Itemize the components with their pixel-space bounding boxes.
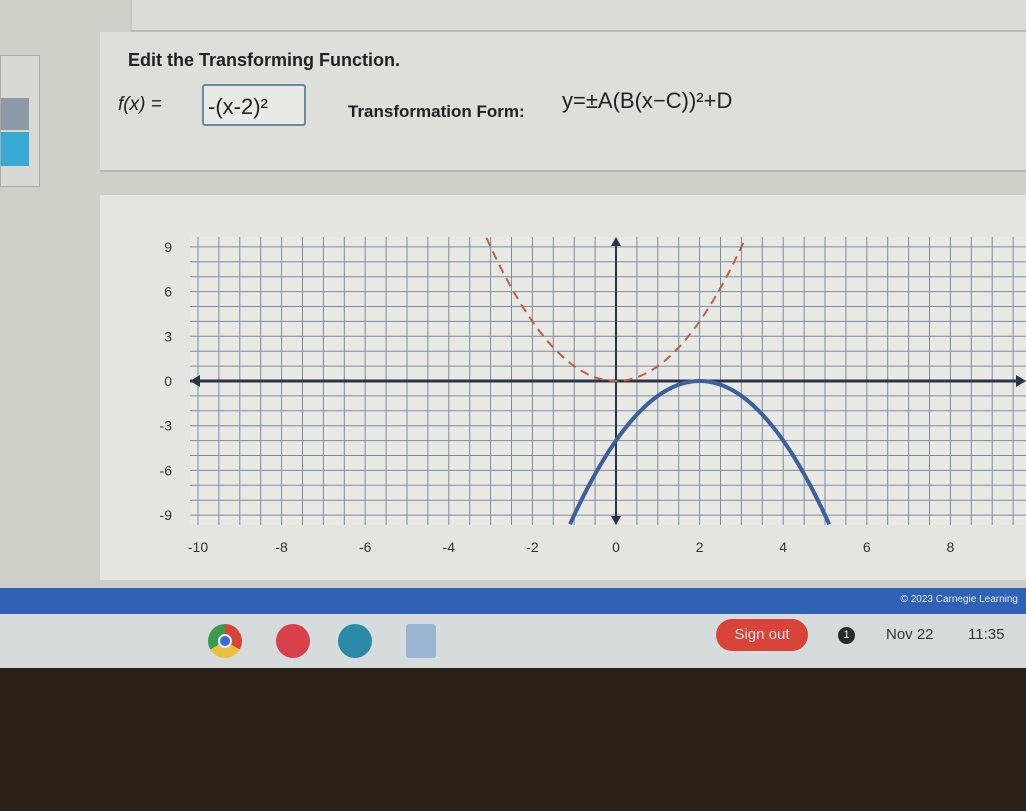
taskbar: Sign out 1 Nov 22 11:35: [0, 614, 1026, 668]
x-tick-label: 0: [612, 539, 620, 555]
window-icon[interactable]: [406, 624, 436, 658]
classroom-icon[interactable]: [338, 624, 372, 658]
graph: -10 -8 -6 -4 -2 0 2 4 6 8 9 6 3 0 -3 -6 -9: [160, 237, 1026, 555]
sign-out-button[interactable]: Sign out: [716, 619, 808, 651]
paint-icon[interactable]: [276, 624, 310, 658]
y-tick-label: 0: [164, 373, 172, 389]
x-tick-label: -6: [359, 539, 372, 555]
x-tick-label: -2: [526, 539, 539, 555]
footer-bar: © 2023 Carnegie Learning: [0, 588, 1026, 614]
x-tick-label: 6: [863, 539, 871, 555]
y-tick-label: -6: [160, 462, 173, 478]
x-tick-label: 4: [779, 539, 787, 555]
y-tick-label: 3: [164, 328, 172, 344]
y-tick-label: -9: [160, 507, 173, 523]
bezel: [0, 668, 1026, 811]
notification-badge[interactable]: 1: [838, 627, 855, 644]
date[interactable]: Nov 22: [886, 626, 934, 643]
x-tick-label: -10: [188, 539, 208, 555]
chrome-icon[interactable]: [208, 624, 242, 658]
y-tick-label: -3: [160, 418, 173, 434]
y-tick-label: 9: [164, 239, 172, 255]
x-tick-label: -8: [275, 539, 288, 555]
x-tick-label: 2: [696, 539, 704, 555]
x-tick-label: 8: [947, 539, 955, 555]
x-tick-label: -4: [443, 539, 456, 555]
clock[interactable]: 11:35: [968, 626, 1004, 643]
y-tick-label: 6: [164, 284, 172, 300]
copyright: © 2023 Carnegie Learning: [900, 594, 1018, 605]
